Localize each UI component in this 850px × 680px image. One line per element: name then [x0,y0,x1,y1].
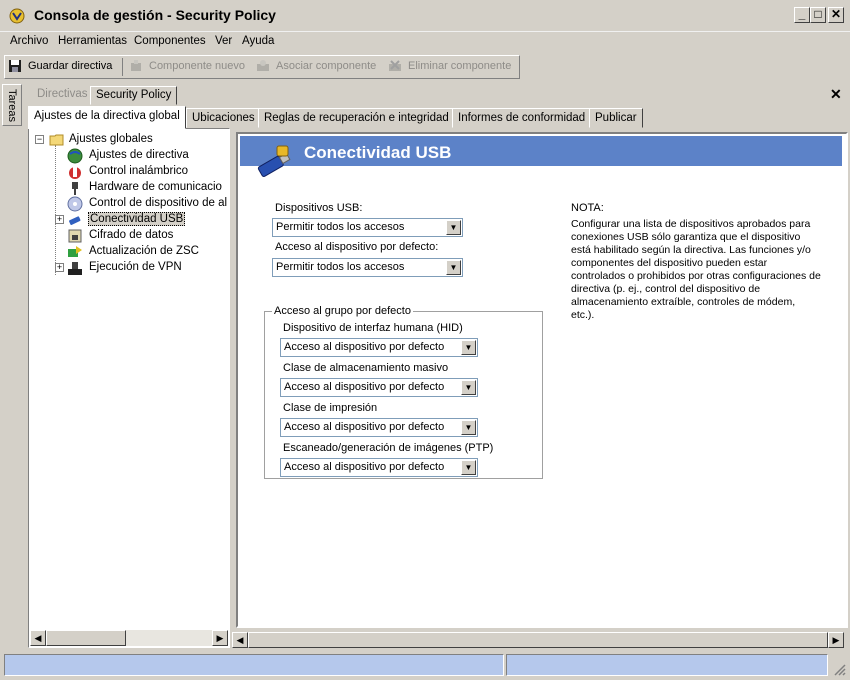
scroll-thumb[interactable] [46,630,126,646]
tasks-pane-tab[interactable]: Tareas [2,84,22,126]
menu-archivo[interactable]: Archivo [10,35,48,47]
hid-label: Dispositivo de interfaz humana (HID) [283,322,463,334]
scroll-left-button[interactable]: ◀ [30,630,46,646]
toolbar-separator [122,58,123,76]
tree-item-label: Cifrado de datos [89,229,174,241]
minimize-button[interactable]: _ [794,7,810,23]
status-panel-left [4,654,504,676]
usb-icon [69,216,81,225]
menu-herramientas[interactable]: Herramientas [58,35,127,47]
scroll-thumb[interactable] [248,632,828,648]
tab-recovery-rules[interactable]: Reglas de recuperación e integridad [258,108,455,128]
dropdown-arrow-icon[interactable]: ▼ [461,420,476,435]
mass-storage-select[interactable]: Acceso al dispositivo por defecto ▼ [280,378,478,397]
new-component-icon [131,60,141,71]
update-icon [68,246,82,257]
print-class-select[interactable]: Acceso al dispositivo por defecto ▼ [280,418,478,437]
tree-root-label: Ajustes globales [69,133,153,145]
note-text: Configurar una lista de dispositivos apr… [571,218,821,321]
vpn-icon [68,262,82,275]
print-class-value: Acceso al dispositivo por defecto [284,421,445,433]
menu-ayuda[interactable]: Ayuda [242,35,274,47]
close-button[interactable]: ✕ [828,7,844,23]
tab-security-policy[interactable]: Security Policy [90,86,178,105]
expand-icon[interactable]: + [55,215,64,224]
default-access-label: Acceso al dispositivo por defecto: [275,241,439,253]
settings-tree: − Ajustes globales Ajustes de directiva … [28,128,230,648]
globe-icon [67,148,83,164]
disc-icon [67,196,83,212]
collapse-icon[interactable]: − [35,135,44,144]
panel-title: Conectividad USB [304,143,452,162]
tree-item-label: Actualización de ZSC [89,245,199,257]
encryption-icon [68,229,82,243]
hid-value: Acceso al dispositivo por defecto [284,341,445,353]
hid-select[interactable]: Acceso al dispositivo por defecto ▼ [280,338,478,357]
status-panel-right [506,654,828,676]
tab-directivas[interactable]: Directivas [32,86,92,105]
expand-icon[interactable]: + [55,263,64,272]
tree-item-label: Control de dispositivo de al [89,197,228,209]
usb-drive-icon [257,145,291,177]
ptp-select[interactable]: Acceso al dispositivo por defecto ▼ [280,458,478,477]
scroll-right-button[interactable]: ▶ [212,630,228,646]
save-icon [9,60,21,72]
usb-devices-select[interactable]: Permitir todos los accesos ▼ [272,218,463,237]
plug-icon [72,182,78,195]
scroll-left-button[interactable]: ◀ [232,632,248,648]
delete-component-button[interactable]: Eliminar componente [408,60,511,72]
note-title: NOTA: [571,202,604,214]
tab-locations[interactable]: Ubicaciones [186,108,261,128]
menu-componentes[interactable]: Componentes [134,35,206,47]
dropdown-arrow-icon[interactable]: ▼ [446,220,461,235]
dropdown-arrow-icon[interactable]: ▼ [461,340,476,355]
tasks-label: Tareas [6,89,18,123]
tree-item-label-selected: Conectividad USB [88,212,186,226]
close-pane-icon[interactable]: ✕ [830,86,842,103]
ptp-value: Acceso al dispositivo por defecto [284,461,445,473]
tree-item-label: Control inalámbrico [89,165,189,177]
mass-storage-value: Acceso al dispositivo por defecto [284,381,445,393]
tree-item-label: Ajustes de directiva [89,149,189,161]
wireless-icon [69,167,81,179]
tab-global-settings[interactable]: Ajustes de la directiva global [28,106,186,129]
dropdown-arrow-icon[interactable]: ▼ [461,460,476,475]
usb-devices-value: Permitir todos los accesos [276,221,405,233]
scroll-right-button[interactable]: ▶ [828,632,844,648]
tab-publish[interactable]: Publicar [589,108,643,128]
ptp-label: Escaneado/generación de imágenes (PTP) [283,442,494,454]
resize-grip-icon[interactable] [832,662,846,676]
tree-connector [55,145,56,275]
maximize-button[interactable]: □ [810,7,826,23]
tab-compliance-reports[interactable]: Informes de conformidad [452,108,592,128]
default-access-select[interactable]: Permitir todos los accesos ▼ [272,258,463,277]
window-title: Consola de gestión - Security Policy [34,7,276,23]
associate-component-icon [257,60,269,71]
save-policy-button[interactable]: Guardar directiva [28,60,112,72]
dropdown-arrow-icon[interactable]: ▼ [446,260,461,275]
folder-icon [49,134,64,146]
delete-component-icon [389,60,401,71]
document-tabs: Directivas Security Policy [28,84,848,106]
menu-ver[interactable]: Ver [215,35,232,47]
default-access-value: Permitir todos los accesos [276,261,405,273]
tree-item-label: Ejecución de VPN [89,261,182,273]
new-component-button[interactable]: Componente nuevo [149,60,245,72]
group-access-title: Acceso al grupo por defecto [272,305,413,317]
associate-component-button[interactable]: Asociar componente [276,60,376,72]
mass-storage-label: Clase de almacenamiento masivo [283,362,449,374]
dropdown-arrow-icon[interactable]: ▼ [461,380,476,395]
print-class-label: Clase de impresión [283,402,378,414]
menu-bar: Archivo Herramientas Componentes Ver Ayu… [0,32,850,52]
app-icon [9,8,25,24]
tree-item-label: Hardware de comunicacio [89,181,222,193]
usb-devices-label: Dispositivos USB: [275,202,363,214]
